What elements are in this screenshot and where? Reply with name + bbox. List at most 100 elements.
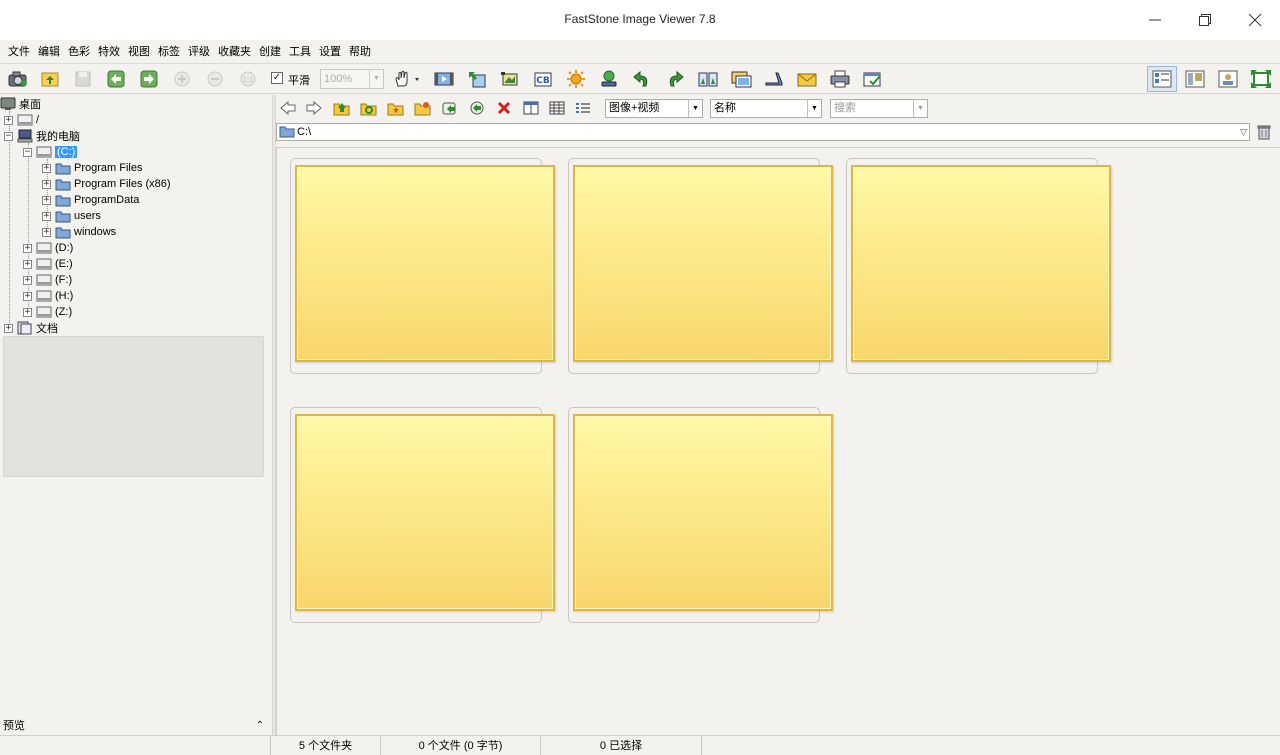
tree-item-users[interactable]: + users [42,208,101,224]
copy-to-button[interactable] [439,99,461,117]
expand-icon[interactable]: + [23,243,32,253]
crop-button[interactable] [499,69,521,89]
thumbnail-size-button[interactable] [520,99,542,117]
fullscreen-button[interactable] [1246,66,1276,92]
tree-item-drive-f[interactable]: + (F:) [23,272,72,288]
thumbnails-view-button[interactable] [1147,66,1177,92]
tree-item-drive-e[interactable]: + (E:) [23,256,73,272]
zoom-in-button[interactable] [171,69,193,89]
tree-item-root[interactable]: + / [4,112,39,128]
menu-tags[interactable]: 标签 [154,40,184,64]
preview-bar[interactable]: 预览 ⌃ [0,717,272,735]
resize-button[interactable] [466,69,488,89]
multi-page-button[interactable] [730,69,752,89]
tree-item-programdata[interactable]: + ProgramData [42,192,139,208]
tree-item-windows[interactable]: + windows [42,224,116,240]
new-folder-button[interactable] [385,99,407,117]
tree-item-drive-z[interactable]: + (Z:) [23,304,72,320]
menu-settings[interactable]: 设置 [315,40,345,64]
menu-help[interactable]: 帮助 [345,40,375,64]
favorite-folder-button[interactable] [412,99,434,117]
zoom-combo[interactable]: 100% ▼ [320,69,384,89]
menu-rating[interactable]: 评级 [184,40,214,64]
expand-icon[interactable]: + [4,323,13,333]
folder-thumbnail[interactable] [290,158,555,374]
address-bar[interactable]: C:\ ▽ [276,123,1250,141]
copy-to-folder-button[interactable] [39,69,61,89]
rotate-left-button[interactable] [631,69,653,89]
collapse-icon[interactable]: − [4,131,13,141]
minimize-button[interactable] [1140,8,1170,32]
menu-view[interactable]: 视图 [124,40,154,64]
zoom-out-button[interactable] [204,69,226,89]
list-view-button[interactable] [1180,66,1210,92]
sort-select[interactable]: 名称 ▼ [710,99,822,118]
folder-thumbnail[interactable] [846,158,1111,374]
expand-icon[interactable]: + [42,163,51,173]
refresh-button[interactable] [358,99,380,117]
menu-favorites[interactable]: 收藏夹 [214,40,255,64]
expand-icon[interactable]: + [23,291,32,301]
list-button[interactable] [572,99,594,117]
expand-icon[interactable]: + [23,307,32,317]
color-adjust-button[interactable] [565,69,587,89]
menu-colors[interactable]: 色彩 [64,40,94,64]
tree-item-desktop[interactable]: 桌面 [0,96,41,112]
tree-item-drive-h[interactable]: + (H:) [23,288,73,304]
folder-thumbnail[interactable] [290,407,555,623]
smooth-checkbox[interactable]: ✓ [271,72,283,84]
search-input[interactable]: 搜索 ▼ [830,99,928,118]
previous-button[interactable] [105,69,127,89]
forward-button[interactable] [303,99,325,117]
recycle-bin-button[interactable] [1256,124,1272,143]
restore-button[interactable] [1190,8,1220,32]
folder-up-icon [333,103,350,116]
compare-images-button[interactable] [697,69,719,89]
close-button[interactable] [1240,8,1270,32]
collapse-preview-icon[interactable]: ⌃ [256,717,264,735]
expand-icon[interactable]: + [42,179,51,189]
batch-convert-button[interactable] [862,69,884,89]
move-to-button[interactable] [466,99,488,117]
expand-icon[interactable]: + [42,195,51,205]
delete-icon [497,101,511,115]
tree-item-my-computer[interactable]: − 我的电脑 [4,128,80,144]
actual-size-button[interactable]: 1:1 [237,69,259,89]
collapse-icon[interactable]: − [23,147,32,157]
delete-button[interactable] [493,99,515,117]
print-button[interactable] [829,69,851,89]
preview-view-button[interactable] [1213,66,1243,92]
details-view-button[interactable] [546,99,568,117]
expand-icon[interactable]: + [23,259,32,269]
scan-button[interactable] [763,69,785,89]
tree-item-program-files[interactable]: + Program Files [42,160,142,176]
rotate-right-button[interactable] [664,69,686,89]
tree-item-drive-c[interactable]: − (C:) [23,144,78,160]
menu-file[interactable]: 文件 [4,40,34,64]
file-filter-select[interactable]: 图像+视频 ▼ [605,99,703,118]
menu-edit[interactable]: 编辑 [34,40,64,64]
expand-icon[interactable]: + [23,275,32,285]
slideshow-button[interactable] [433,69,455,89]
menu-create[interactable]: 创建 [255,40,285,64]
back-button[interactable] [277,99,299,117]
expand-icon[interactable]: + [42,227,51,237]
up-folder-button[interactable] [331,99,353,117]
expand-icon[interactable]: + [42,211,51,221]
folder-thumbnail[interactable] [568,158,833,374]
menu-tools[interactable]: 工具 [285,40,315,64]
tree-item-documents[interactable]: + 文档 [4,320,58,336]
tree-item-drive-d[interactable]: + (D:) [23,240,73,256]
set-wallpaper-button[interactable] [598,69,620,89]
open-button[interactable] [7,69,29,89]
folder-thumbnail[interactable] [568,407,833,623]
tree-item-program-files-x86[interactable]: + Program Files (x86) [42,176,171,192]
email-button[interactable] [796,69,818,89]
menu-effects[interactable]: 特效 [94,40,124,64]
save-button[interactable] [72,69,94,89]
next-button[interactable] [138,69,160,89]
draw-board-button[interactable]: CB [532,69,554,89]
hand-tool-button[interactable] [392,69,422,89]
chevron-down-icon[interactable]: ▽ [1240,124,1247,140]
expand-icon[interactable]: + [4,115,13,125]
